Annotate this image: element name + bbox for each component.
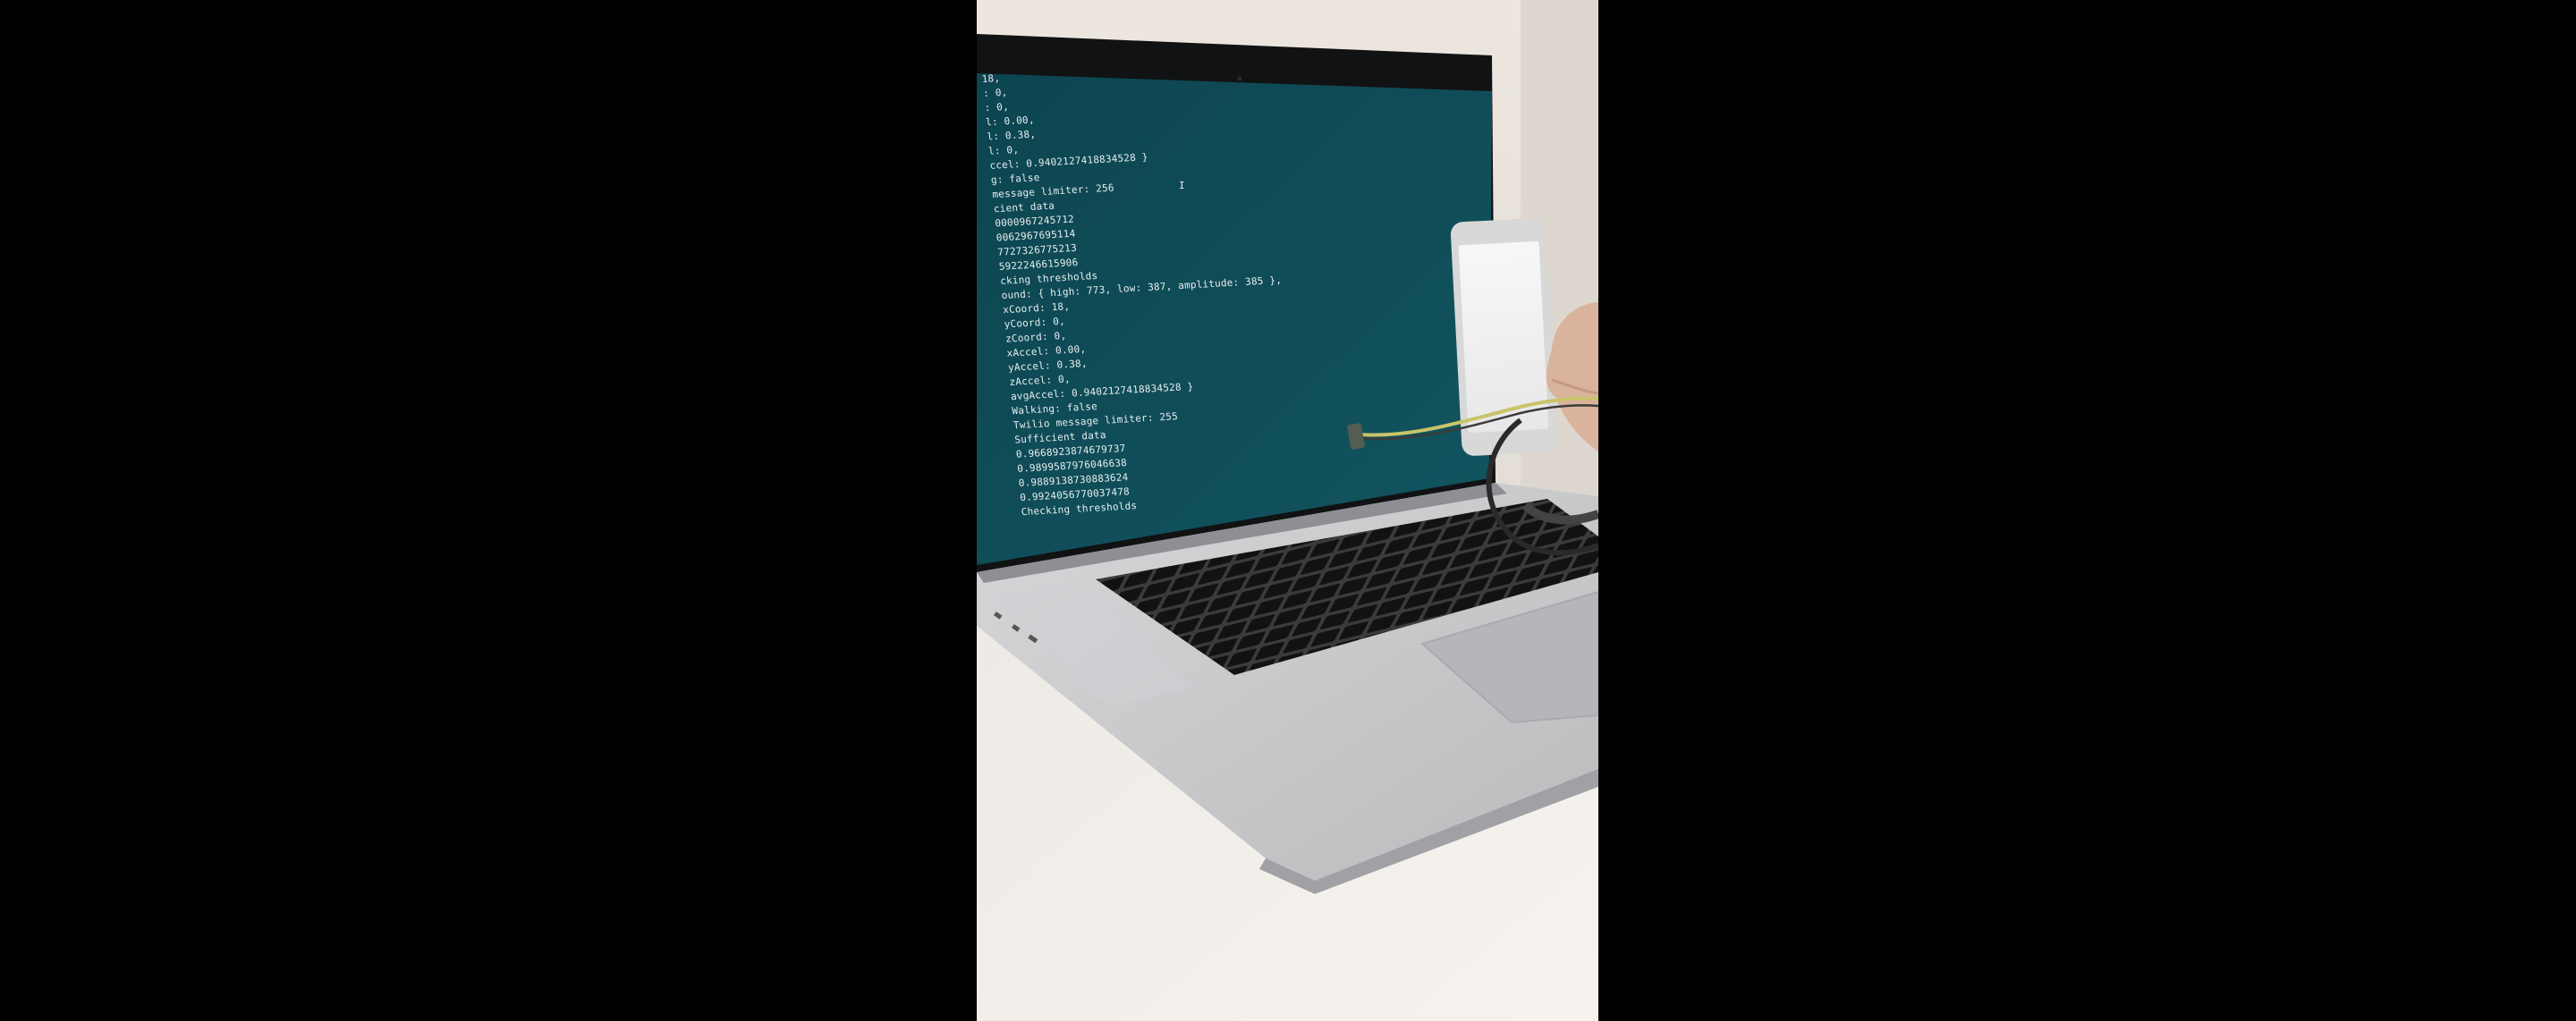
terminal-line: 18, <box>981 72 1001 85</box>
terminal-line: : 0, <box>983 87 1008 99</box>
photo-illustration: 18,: 0,: 0,l: 0.00,l: 0.38,l: 0,ccel: 0.… <box>0 0 2576 1021</box>
terminal-line: : 0, <box>984 101 1009 114</box>
terminal-line: l: 0, <box>987 144 1019 157</box>
photo-frame: 18,: 0,: 0,l: 0.00,l: 0.38,l: 0,ccel: 0.… <box>977 0 1598 1021</box>
camera-dot <box>1237 76 1242 81</box>
terminal-cursor: I <box>1179 180 1185 191</box>
photo-scene: 18,: 0,: 0, l: 0.00, l: 0.38, l: 0, ccel: 0.… <box>0 0 2576 1021</box>
